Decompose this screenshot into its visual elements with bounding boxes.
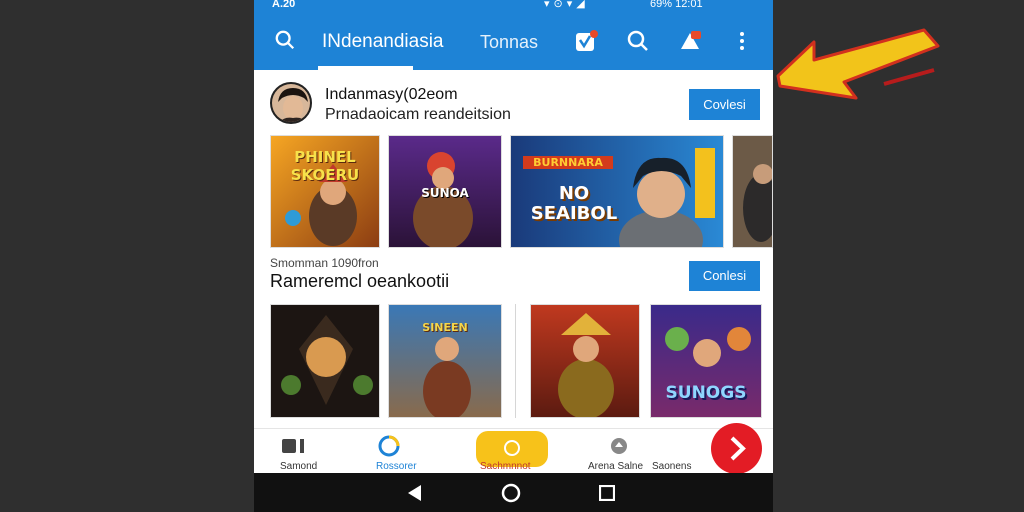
game-card[interactable]: PHINEL SKOERU (270, 135, 380, 248)
target-icon (504, 440, 520, 456)
game-card[interactable] (530, 304, 640, 418)
game-card[interactable] (270, 304, 380, 418)
tab-indicator (318, 66, 413, 70)
annotation-arrow (776, 28, 940, 100)
search-icon[interactable] (274, 29, 296, 51)
status-left-text: A.20 (272, 0, 296, 10)
back-icon[interactable] (406, 484, 424, 502)
game-card-partial[interactable] (732, 135, 773, 248)
nav-item[interactable]: Saonens (652, 429, 712, 474)
game-card-featured[interactable]: BURNNARA NO SEAIBOL (510, 135, 724, 248)
avatar[interactable] (270, 82, 312, 124)
card-art-title: NO SEAIBOL (530, 183, 618, 224)
upload-icon (611, 438, 627, 454)
notification-icon[interactable] (678, 29, 702, 53)
card-art-title: SUNOGS (665, 383, 747, 403)
gallery-icon (282, 439, 304, 453)
game-card[interactable]: SUNOGS (650, 304, 762, 418)
card-art-title: PHINEL SKOERU (290, 148, 360, 184)
divider (515, 304, 516, 418)
bottom-navigation: Samond Rossorer Sachmnnot Arena Salne Sa… (254, 428, 773, 473)
game-card[interactable]: SINEEN (388, 304, 502, 418)
recents-icon[interactable] (599, 485, 615, 501)
nav-item-label: Arena Salne (588, 461, 644, 472)
section-action-button[interactable]: Conlesi (689, 261, 760, 291)
home-icon[interactable] (501, 483, 521, 503)
nav-item[interactable]: Arena Salne (588, 429, 658, 474)
compass-icon (378, 435, 400, 457)
nav-item-active[interactable]: Sachmnnot (476, 429, 550, 474)
nav-item[interactable]: Samond (274, 429, 334, 474)
system-navigation-bar (254, 473, 773, 512)
section-action-button[interactable]: Covlesi (689, 89, 760, 120)
more-vert-icon[interactable] (730, 29, 754, 53)
status-bar: A.20 ▾⊙▾◢ 69% 12:01 (254, 0, 773, 13)
section-title: Rameremcl oeankootii (270, 271, 450, 291)
game-card[interactable]: SUNOA (388, 135, 502, 248)
search-icon[interactable] (626, 29, 650, 53)
tab-secondary[interactable]: Tonnas (480, 13, 538, 70)
card-art-title: SUNOA (421, 186, 469, 200)
phone-screen: A.20 ▾⊙▾◢ 69% 12:01 INdenandiasia Tonnas (254, 0, 773, 512)
nav-item[interactable]: Rossorer (372, 429, 444, 474)
tab-main[interactable]: INdenandiasia (322, 13, 443, 70)
chevron-right-icon (730, 436, 746, 461)
nav-item-label: Samond (280, 461, 318, 472)
card-art-banner: BURNNARA (523, 156, 613, 169)
status-right-text: 69% 12:01 (650, 0, 703, 10)
section-subtitle: Prnadaoicam reandeitsion (325, 106, 511, 123)
verified-badge-icon[interactable] (574, 29, 598, 53)
status-icons: ▾⊙▾◢ (544, 0, 589, 10)
nav-item-label: Rossorer (376, 461, 417, 472)
next-fab-button[interactable] (711, 423, 762, 474)
nav-item-label: Sachmnnot (480, 461, 531, 472)
nav-item-label: Saonens (652, 461, 692, 472)
section-title: Indanmasy(02eom (325, 86, 458, 103)
section-caption: Smomman 1090fron (270, 256, 379, 270)
card-art-title: SINEEN (422, 321, 468, 334)
app-bar: INdenandiasia Tonnas (254, 13, 773, 70)
